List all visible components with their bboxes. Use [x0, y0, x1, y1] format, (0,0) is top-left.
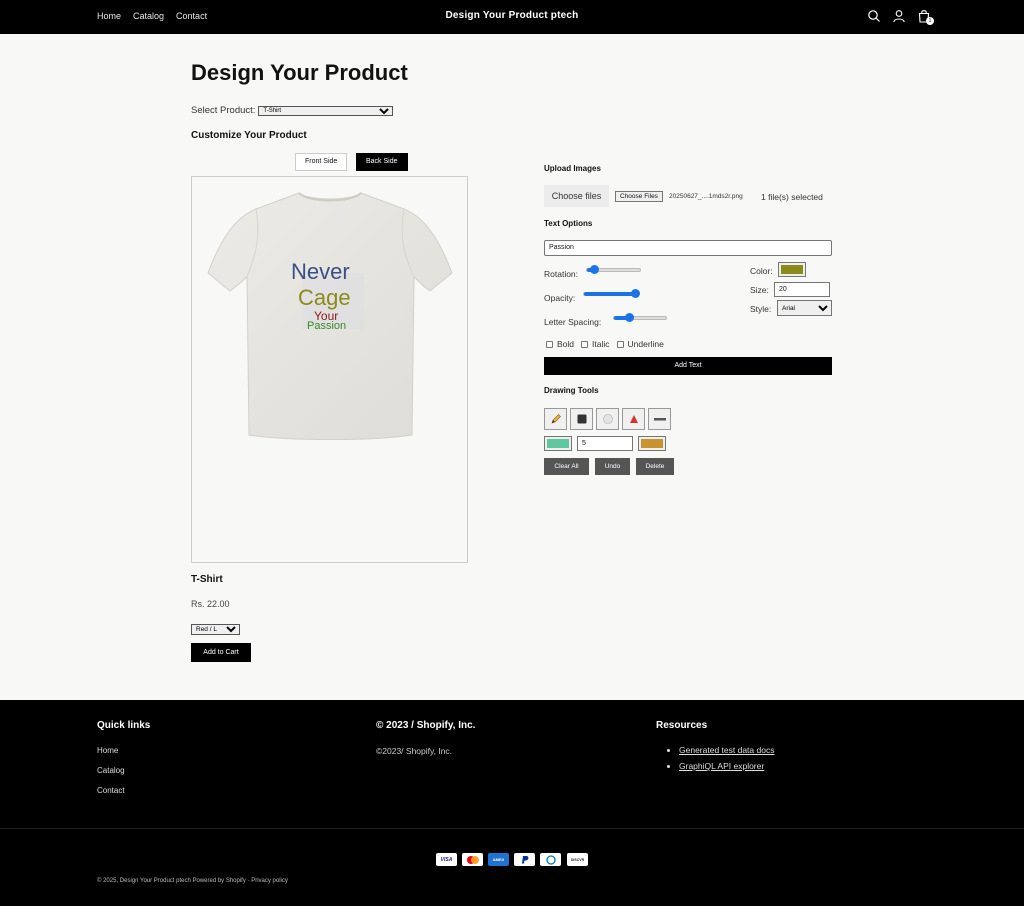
underline-option[interactable]: Underline [616, 339, 664, 349]
select-product-row: Select Product: T-Shirt [191, 105, 394, 116]
diners-icon [540, 853, 561, 866]
add-text-button[interactable]: Add Text [544, 357, 832, 375]
copyright-text: © 2025, Design Your Product ptech Powere… [97, 878, 246, 884]
site-footer: Quick links Home Catalog Contact © 2023 … [0, 700, 1024, 906]
rotation-slider-thumb[interactable] [590, 265, 600, 274]
select-product-label: Select Product: [191, 105, 256, 116]
pencil-icon[interactable] [544, 408, 567, 430]
design-text-line1[interactable]: Never [291, 259, 350, 285]
visa-icon: VISA [436, 853, 457, 866]
bold-checkbox[interactable] [546, 340, 553, 348]
header-icons: 1 [867, 9, 934, 25]
text-options-heading: Text Options [544, 219, 593, 228]
files-selected-count: 1 file(s) selected [761, 192, 823, 202]
italic-checkbox[interactable] [581, 340, 589, 348]
footer-divider [0, 828, 1024, 829]
product-price: Rs. 22.00 [191, 599, 230, 609]
site-header: Home Catalog Contact Design Your Product… [0, 0, 1024, 34]
file-input-button[interactable]: Choose Files [615, 191, 663, 202]
cart-count-badge: 1 [926, 17, 934, 25]
variant-select[interactable]: Red / L [191, 624, 240, 635]
opacity-slider-thumb[interactable] [630, 289, 640, 298]
resources-heading: Resources [656, 720, 708, 731]
search-icon[interactable] [867, 9, 881, 23]
triangle-icon[interactable] [622, 408, 645, 430]
product-title: T-Shirt [191, 574, 223, 585]
design-text-line4[interactable]: Passion [307, 320, 346, 332]
paypal-icon [514, 853, 535, 866]
design-text-line2[interactable]: Cage [298, 285, 351, 311]
privacy-policy-link[interactable]: Privacy policy [251, 878, 288, 884]
fill-color-swatch [547, 439, 569, 448]
choose-files-button[interactable]: Choose files [544, 185, 609, 207]
underline-label: Underline [627, 339, 664, 349]
color-label: Color: [750, 266, 773, 276]
bullet-icon [667, 765, 670, 768]
footer-link-catalog[interactable]: Catalog [97, 766, 125, 775]
clear-all-button[interactable]: Clear All [544, 458, 589, 475]
rotation-label: Rotation: [544, 269, 579, 279]
opacity-slider-fill [584, 292, 635, 296]
stroke-width-input[interactable]: 5 [577, 436, 633, 451]
page-title: Design Your Product [191, 60, 408, 85]
text-style-checkboxes: Bold Italic Underline [546, 339, 664, 349]
amex-icon: AMEX [488, 853, 509, 866]
letter-spacing-slider-thumb[interactable] [625, 313, 635, 322]
text-input[interactable]: Passion [544, 240, 832, 256]
upload-images-heading: Upload Images [544, 164, 601, 173]
line-icon[interactable] [648, 408, 671, 430]
stroke-color-swatch [641, 439, 663, 448]
resource-link-graphiql[interactable]: GraphiQL API explorer [679, 761, 764, 771]
bold-option[interactable]: Bold [546, 339, 574, 349]
style-label: Style: [750, 304, 772, 314]
company-text: ©2023/ Shopify, Inc. [376, 746, 453, 756]
back-side-button[interactable]: Back Side [356, 153, 408, 171]
product-select[interactable]: T-Shirt [258, 105, 394, 116]
square-icon[interactable] [570, 408, 593, 430]
cart-icon[interactable]: 1 [917, 9, 934, 25]
italic-label: Italic [592, 339, 610, 349]
letter-spacing-slider[interactable] [613, 313, 667, 322]
opacity-label: Opacity: [544, 293, 576, 303]
size-label: Size: [750, 285, 769, 295]
letter-spacing-label: Letter Spacing: [544, 317, 602, 327]
rotation-slider[interactable] [586, 265, 641, 274]
italic-option[interactable]: Italic [581, 339, 610, 349]
stroke-color-picker[interactable] [638, 436, 666, 451]
add-to-cart-button[interactable]: Add to Cart [191, 643, 251, 662]
footer-bottom: © 2025, Design Your Product ptech Powere… [97, 878, 288, 884]
design-canvas[interactable]: Never Cage Your Passion [191, 176, 468, 563]
front-side-button[interactable]: Front Side [295, 153, 348, 171]
footer-link-home[interactable]: Home [97, 746, 118, 755]
bullet-icon [667, 749, 670, 752]
file-name: 20250627_....1mds2r.png [669, 193, 743, 200]
text-color-swatch [781, 265, 803, 274]
undo-button[interactable]: Undo [595, 458, 630, 475]
customize-heading: Customize Your Product [191, 130, 307, 141]
bold-label: Bold [557, 339, 575, 349]
fill-color-picker[interactable] [544, 436, 572, 451]
opacity-slider[interactable] [583, 289, 640, 298]
delete-button[interactable]: Delete [636, 458, 674, 475]
account-icon[interactable] [892, 9, 906, 23]
company-heading: © 2023 / Shopify, Inc. [376, 720, 476, 731]
underline-checkbox[interactable] [616, 340, 624, 348]
font-style-select[interactable]: Arial [777, 300, 832, 316]
text-color-picker[interactable] [778, 262, 806, 277]
resource-link-test-data[interactable]: Generated test data docs [679, 745, 774, 755]
font-size-input[interactable]: 20 [774, 282, 830, 297]
quick-links-heading: Quick links [97, 720, 151, 731]
circle-icon[interactable] [596, 408, 619, 430]
footer-link-contact[interactable]: Contact [97, 786, 125, 795]
discover-icon: DISCVR [567, 853, 588, 866]
drawing-tools-heading: Drawing Tools [544, 386, 599, 395]
mastercard-icon [462, 853, 483, 866]
